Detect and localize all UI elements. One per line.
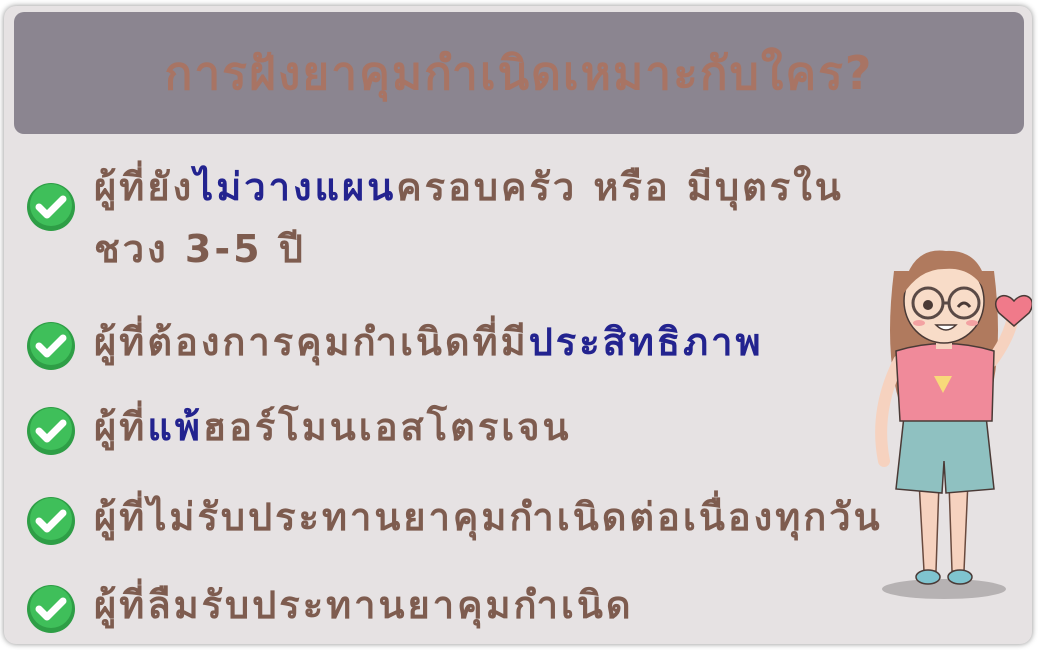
page-title: การฝังยาคุมกำเนิดเหมาะกับใคร? (164, 45, 874, 100)
title-banner: การฝังยาคุมกำเนิดเหมาะกับใคร? (14, 12, 1024, 134)
list-item: ผู้ที่ต้องการคุมกำเนิดที่มีประสิทธิภาพ (26, 311, 764, 373)
list-item-text: ผู้ที่ลืมรับประทานยาคุมกำเนิด (94, 583, 634, 627)
check-circle-icon (27, 183, 75, 231)
highlight-text: แพ้ (147, 405, 203, 449)
list-item: ผู้ที่ไม่รับประทานยาคุมกำเนิดต่อเนื่องทุ… (26, 486, 883, 548)
list-item-text: ผู้ที่ต้องการคุมกำเนิดที่มีประสิทธิภาพ (94, 320, 764, 364)
list-item-text: ผู้ที่แพ้ฮอร์โมนเอสโตรเจน (94, 405, 572, 449)
highlight-text: ประสิทธิภาพ (528, 320, 764, 364)
info-card: การฝังยาคุมกำเนิดเหมาะกับใคร? ผู้ที่ยังไ… (4, 6, 1032, 644)
check-circle-icon (27, 585, 75, 633)
highlight-text: ไม่วางแผน (194, 165, 397, 209)
check-circle-icon (27, 322, 75, 370)
list-item: ผู้ที่แพ้ฮอร์โมนเอสโตรเจน (26, 396, 571, 458)
girl-illustration (875, 250, 1032, 599)
list-item-text: ผู้ที่ไม่รับประทานยาคุมกำเนิดต่อเนื่องทุ… (94, 495, 883, 539)
list-item: ผู้ที่ลืมรับประทานยาคุมกำเนิด (26, 574, 634, 636)
check-circle-icon (27, 407, 75, 455)
list-item: ผู้ที่ยังไม่วางแผนครอบครัว หรือ มีบุตรใน… (26, 156, 844, 280)
list-item-text: ผู้ที่ยังไม่วางแผนครอบครัว หรือ มีบุตรใน… (94, 165, 844, 271)
check-circle-icon (27, 497, 75, 545)
